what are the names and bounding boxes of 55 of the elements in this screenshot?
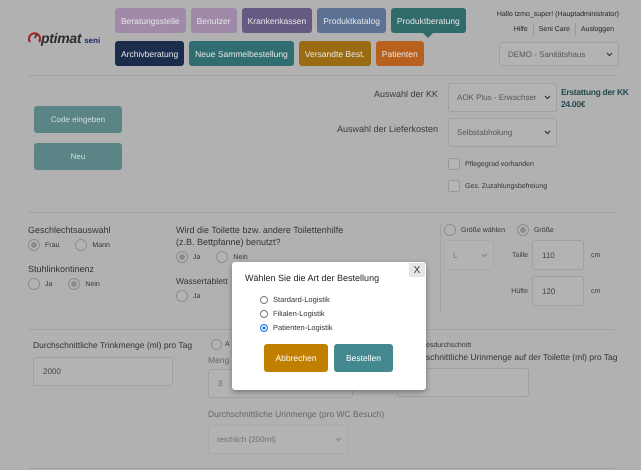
field-label: Meng <box>208 354 230 366</box>
logo-suffix: seni <box>84 36 100 45</box>
checkbox[interactable] <box>448 180 460 192</box>
caret-icon <box>544 130 551 135</box>
radio-button[interactable] <box>28 278 40 290</box>
action-button[interactable]: Code eingeben <box>34 106 122 133</box>
input-field[interactable]: 2000 <box>33 357 173 386</box>
cancel-button[interactable]: Abbrechen <box>264 344 328 372</box>
input-field[interactable]: 110 <box>532 240 584 270</box>
field-label: Durchschnittliche Urinmenge (pro WC Besuch) <box>208 408 384 420</box>
order-button[interactable]: Bestellen <box>334 344 393 372</box>
field-label: Durchschnittliche Trinkmenge (ml) pro Tag <box>33 339 192 351</box>
radio-button[interactable] <box>260 324 268 332</box>
radio-button[interactable] <box>516 224 529 236</box>
radio-button[interactable] <box>75 239 88 251</box>
radio-button[interactable] <box>216 251 228 263</box>
field-label: Geschlechtsauswahl <box>28 224 111 236</box>
nav-button[interactable]: Benutzer <box>190 8 237 33</box>
checkbox[interactable] <box>448 158 460 170</box>
gauge-icon <box>28 31 41 43</box>
action-button[interactable]: Neu <box>34 143 122 170</box>
nav-button[interactable]: Versandte Best. <box>298 41 371 66</box>
close-button[interactable]: X <box>409 263 425 277</box>
caret-icon <box>544 95 551 100</box>
field-label: Auswahl der Lieferkosten <box>336 123 439 134</box>
nav-button[interactable]: Beratungsstelle <box>115 8 186 33</box>
caret-icon <box>481 252 488 258</box>
nav-button[interactable]: Produktkatalog <box>317 8 386 33</box>
radio-button[interactable] <box>211 339 222 350</box>
caret-icon <box>606 52 613 56</box>
refund-amount: 24.00€ <box>561 98 586 110</box>
field-label: Stuhlinkontinenz <box>28 263 94 275</box>
radio-button[interactable] <box>28 239 40 251</box>
radio-button[interactable] <box>260 310 268 318</box>
nav-button[interactable]: Archivberatung <box>115 41 184 66</box>
caret-icon <box>335 437 342 442</box>
nav-button[interactable]: Neue Sammelbestellung <box>189 41 294 66</box>
input-field[interactable]: 120 <box>532 276 584 306</box>
radio-button[interactable] <box>176 290 188 302</box>
dropdown-field[interactable]: AOK Plus - Erwachser <box>448 83 557 112</box>
nav-button[interactable]: Patienten <box>376 41 424 66</box>
radio-button[interactable] <box>176 251 188 263</box>
radio-button[interactable] <box>68 278 80 290</box>
logo-text: ptimat <box>41 30 82 46</box>
refund-label: Erstattung der KK <box>561 86 630 98</box>
nav-button[interactable]: Krankenkassen <box>242 8 312 33</box>
field-label: Wassertablett <box>176 275 228 287</box>
field-label: schnittliche Urinmenge auf der Toilette (ml) pro Tag <box>425 351 618 363</box>
dialog-title: Wählen Sie die Art der Bestellung <box>245 273 380 283</box>
branch-select[interactable]: DEMO - Sanitätshaus <box>499 42 619 66</box>
radio-button[interactable] <box>260 296 268 304</box>
radio-button[interactable] <box>444 224 456 236</box>
field-label: Wird die Toilette bzw. andere Toilettenhilfe (z.B. Bettpfanne) benutzt? <box>176 224 344 248</box>
field-label: Auswahl der KK <box>372 88 439 99</box>
dropdown-field[interactable]: Selbstabholung <box>448 118 557 147</box>
